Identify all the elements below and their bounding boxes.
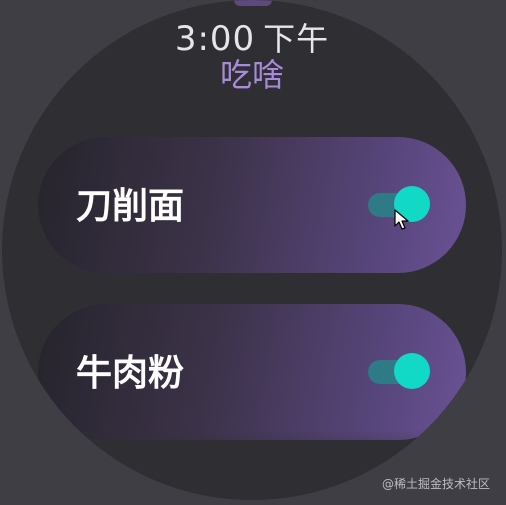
scroll-indicator	[234, 0, 272, 6]
screen: 3:00 下午 吃啥 刀削面 牛肉粉 @稀土掘金技术社区	[0, 0, 506, 505]
mouse-pointer-icon	[394, 209, 409, 230]
watch-face: 3:00 下午 吃啥 刀削面 牛肉粉	[2, 0, 502, 500]
chip-label: 牛肉粉	[76, 353, 185, 394]
chip-label: 刀削面	[76, 186, 185, 227]
toggle-thumb	[394, 353, 430, 389]
status-time: 3:00 下午	[2, 19, 502, 59]
toggle-chip-item-2[interactable]: 牛肉粉	[38, 304, 466, 440]
time-text: 3:00	[174, 19, 256, 59]
watermark: @稀土掘金技术社区	[381, 477, 490, 491]
toggle-switch[interactable]	[368, 353, 430, 389]
app-title: 吃啥	[219, 56, 284, 94]
toggle-chip-item-1[interactable]: 刀削面	[38, 137, 466, 273]
time-ampm: 下午	[263, 20, 330, 58]
